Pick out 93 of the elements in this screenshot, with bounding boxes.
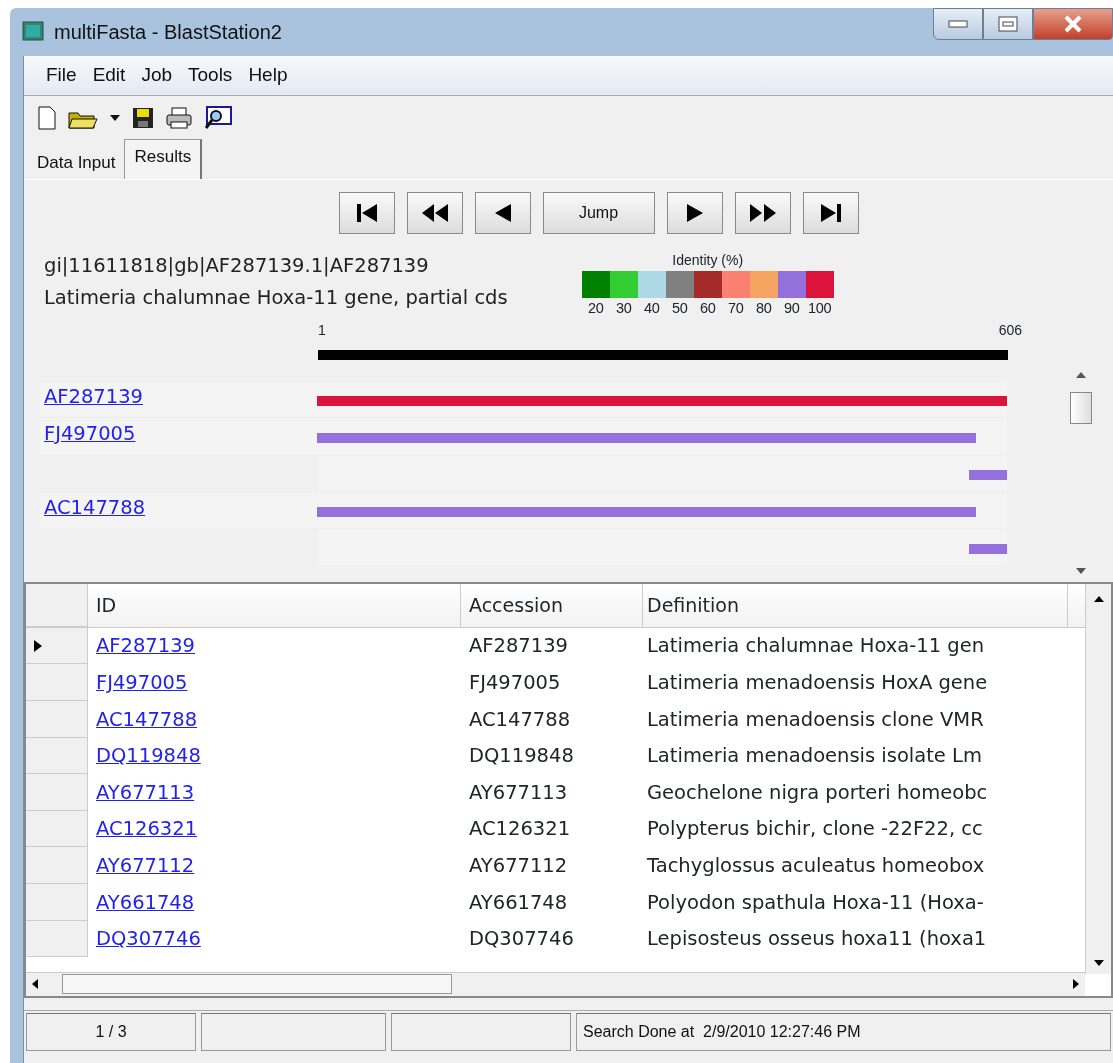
query-description: Latimeria chalumnae Hoxa-11 gene, partial cds bbox=[44, 285, 508, 311]
app-icon bbox=[22, 21, 44, 43]
id-link[interactable]: DQ119848 bbox=[96, 741, 201, 771]
skip-back-icon bbox=[356, 204, 377, 222]
maximize-button[interactable] bbox=[983, 8, 1033, 40]
table-cell-text: Polyodon spathula Hoxa-11 (Hoxa- bbox=[646, 889, 985, 916]
window-title: multiFasta - BlastStation2 bbox=[54, 20, 282, 45]
scroll-down-icon[interactable] bbox=[1093, 959, 1104, 966]
fast-forward-button[interactable] bbox=[734, 192, 791, 234]
legend-label: 40 bbox=[642, 299, 661, 318]
id-link[interactable]: AC126321 bbox=[96, 814, 198, 844]
id-link[interactable]: DQ307746 bbox=[96, 924, 201, 954]
scroll-up-icon[interactable] bbox=[1093, 595, 1104, 602]
menu-item[interactable]: Tools bbox=[180, 61, 241, 90]
hit-link[interactable]: FJ497005 bbox=[44, 421, 136, 445]
jump-button[interactable]: Jump bbox=[542, 192, 655, 234]
hit-link[interactable]: AC147788 bbox=[44, 495, 146, 519]
row-pointer-icon bbox=[34, 639, 42, 652]
maximize-icon bbox=[998, 16, 1018, 32]
query-id: gi|11611818|gb|AF287139.1|AF287139 bbox=[44, 253, 430, 279]
legend-label: 30 bbox=[614, 299, 633, 318]
scroll-right-icon[interactable] bbox=[1073, 979, 1079, 990]
status-page: 1 / 3 bbox=[26, 1012, 196, 1051]
table-cell-text: DQ307746 bbox=[468, 926, 575, 953]
table-cell-text: Lepisosteus osseus hoxa11 (hoxa1 bbox=[646, 926, 988, 953]
close-button[interactable] bbox=[1033, 8, 1113, 40]
id-link[interactable]: AC147788 bbox=[96, 704, 198, 734]
column-header[interactable]: Definition bbox=[643, 583, 1068, 627]
table-cell-text: AY677113 bbox=[468, 779, 569, 806]
skip-forward-button[interactable] bbox=[802, 192, 859, 234]
table-cell-text: Tachyglossus aculeatus homeobox bbox=[646, 853, 986, 879]
legend-title: Identity (%) bbox=[672, 251, 744, 270]
scroll-down-icon[interactable] bbox=[1076, 567, 1086, 574]
ruler-start-label: 1 bbox=[318, 320, 326, 340]
play-back-icon bbox=[494, 204, 511, 222]
legend-label: 100 bbox=[807, 299, 833, 318]
id-link[interactable]: AF287139 bbox=[96, 631, 195, 661]
table-cell-text: Polypterus bichir, clone -22F22, cc bbox=[646, 816, 984, 843]
row-header[interactable] bbox=[26, 627, 88, 665]
legend-label: 80 bbox=[754, 299, 773, 318]
skip-forward-icon bbox=[820, 204, 841, 222]
table-cell-text: Latimeria menadoensis isolate Lm bbox=[646, 743, 983, 770]
close-icon bbox=[1063, 15, 1083, 33]
legend-label: 70 bbox=[726, 299, 745, 318]
id-link[interactable]: AY677112 bbox=[96, 851, 195, 881]
minimize-icon bbox=[948, 20, 968, 28]
table-cell-text: Latimeria chalumnae Hoxa-11 gen bbox=[646, 633, 986, 660]
table-cell-text: Latimeria menadoensis HoxA gene bbox=[646, 670, 989, 696]
tab[interactable]: Results bbox=[124, 138, 203, 179]
legend-label: 50 bbox=[670, 299, 689, 318]
scroll-thumb[interactable] bbox=[1070, 391, 1092, 424]
play-button[interactable] bbox=[666, 192, 723, 234]
status-message: Search Done at 2/9/2010 12:27:46 PM bbox=[576, 1012, 1111, 1051]
scroll-up-icon[interactable] bbox=[1076, 371, 1086, 378]
table-cell-text: AY677112 bbox=[468, 853, 569, 879]
legend-label: 60 bbox=[698, 299, 717, 318]
new-file-icon[interactable] bbox=[38, 106, 56, 130]
table-cell-text: AC126321 bbox=[468, 816, 572, 843]
table-cell-text: Geochelone nigra porteri homeobc bbox=[646, 779, 989, 806]
skip-back-button[interactable] bbox=[338, 192, 395, 234]
save-icon[interactable] bbox=[132, 107, 154, 129]
id-link[interactable]: FJ497005 bbox=[96, 668, 188, 698]
fast-forward-icon bbox=[749, 204, 776, 222]
legend-label: 90 bbox=[782, 299, 801, 318]
rewind-icon bbox=[421, 204, 448, 222]
menu-item[interactable]: File bbox=[38, 61, 85, 90]
table-cell-text: AC147788 bbox=[468, 706, 572, 733]
table-cell-text: Latimeria menadoensis clone VMR bbox=[646, 706, 985, 733]
hit-link[interactable]: AF287139 bbox=[44, 384, 143, 408]
caret-icon[interactable] bbox=[110, 115, 120, 121]
menu-item[interactable]: Help bbox=[240, 61, 296, 90]
vertical-scrollbar[interactable] bbox=[1085, 583, 1111, 974]
ruler-end-label: 606 bbox=[998, 320, 1022, 340]
table-cell-text: FJ497005 bbox=[468, 670, 562, 696]
menu-item[interactable]: Job bbox=[133, 61, 180, 90]
table-cell-text: AF287139 bbox=[468, 633, 569, 660]
search-view-icon[interactable] bbox=[204, 106, 232, 130]
horizontal-scrollbar[interactable] bbox=[26, 971, 1085, 996]
printer-icon[interactable] bbox=[166, 107, 192, 129]
rewind-button[interactable] bbox=[406, 192, 463, 234]
column-header[interactable]: ID bbox=[88, 583, 461, 627]
id-link[interactable]: AY677113 bbox=[96, 777, 195, 808]
minimize-button[interactable] bbox=[933, 8, 983, 40]
id-link[interactable]: AY661748 bbox=[96, 887, 195, 917]
column-header[interactable]: Accession bbox=[461, 583, 643, 627]
table-cell-text: DQ119848 bbox=[468, 743, 575, 770]
play-back-button[interactable] bbox=[474, 192, 531, 234]
table-cell-text: AY661748 bbox=[468, 889, 569, 916]
legend-label: 20 bbox=[586, 299, 605, 318]
scroll-left-icon[interactable] bbox=[32, 979, 38, 990]
menu-item[interactable]: Edit bbox=[84, 61, 134, 90]
play-icon bbox=[686, 204, 703, 222]
scroll-thumb[interactable] bbox=[62, 974, 452, 995]
